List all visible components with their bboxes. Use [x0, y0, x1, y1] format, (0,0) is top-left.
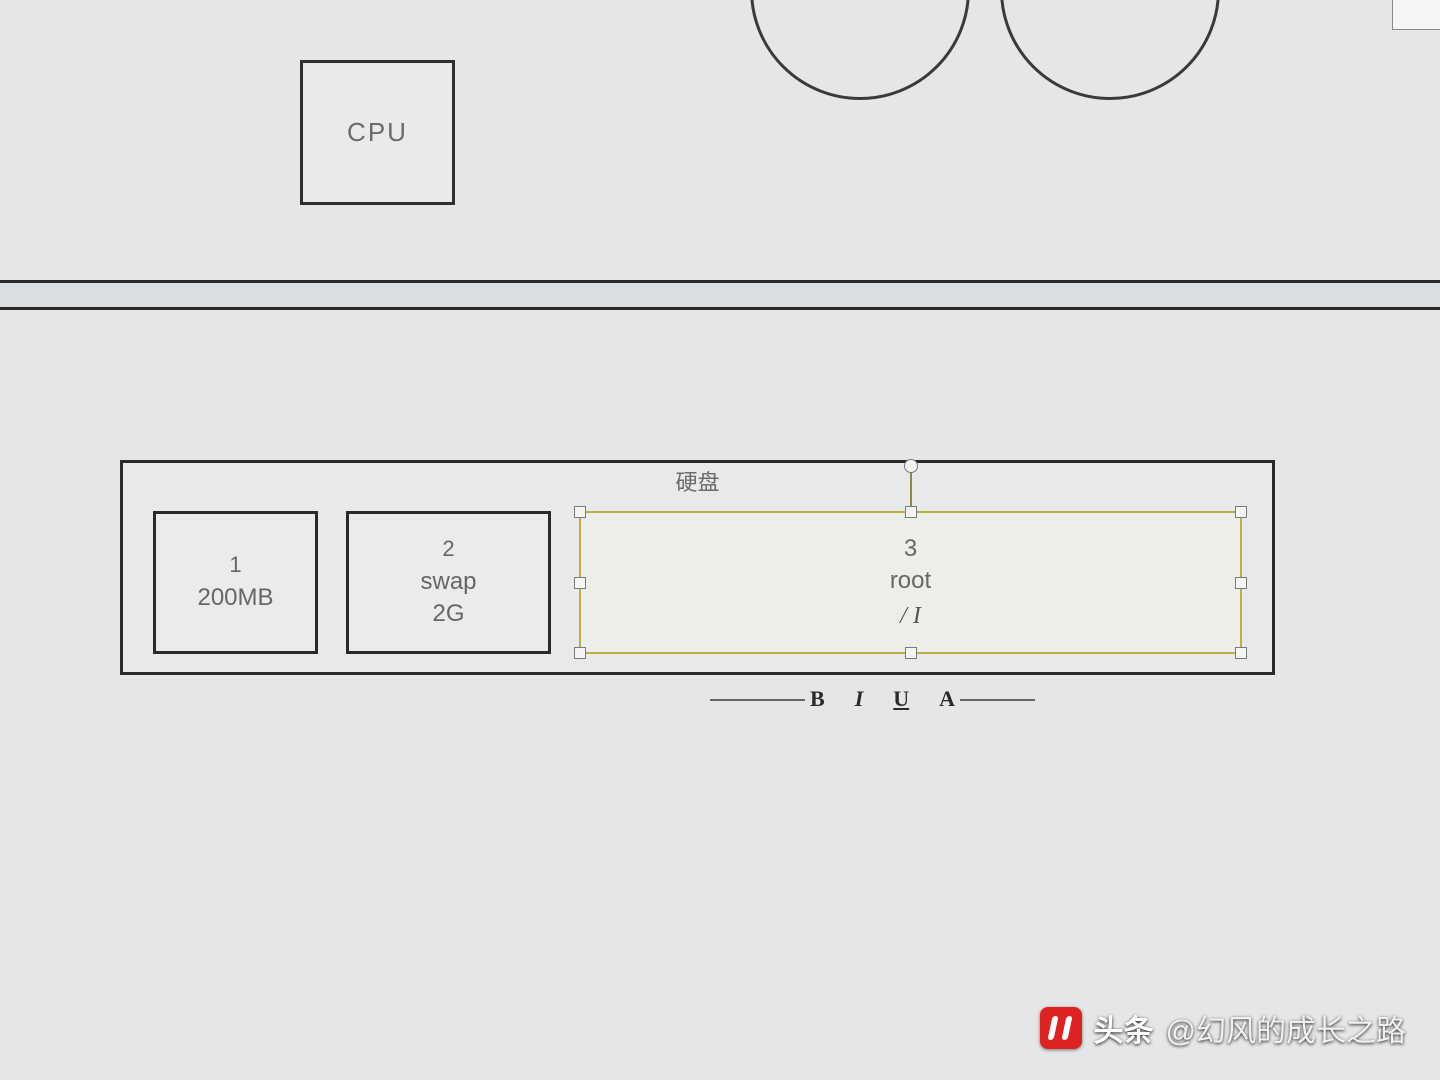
partitions-row: 1 200MB 2 swap 2G 3 root [153, 511, 1242, 654]
resize-handle[interactable] [905, 647, 917, 659]
partition-label: 200MB [197, 582, 273, 614]
watermark: 头条 @幻风的成长之路 [1040, 1006, 1406, 1050]
top-arc-shape [1000, 0, 1220, 100]
resize-handle[interactable] [1235, 506, 1247, 518]
resize-handle[interactable] [1235, 577, 1247, 589]
hard-disk-title: 硬盘 [123, 461, 1272, 497]
partition-1-shape[interactable]: 1 200MB [153, 511, 318, 654]
window-edge [1392, 0, 1440, 30]
rotation-handle-line [910, 471, 912, 507]
partition-label: root [890, 565, 931, 597]
partition-index: 3 [904, 533, 917, 565]
italic-button[interactable]: I [855, 686, 864, 712]
text-format-toolbar: B I U A [810, 686, 955, 712]
toutiao-logo-icon [1040, 1007, 1082, 1049]
partition-3-shape-selected[interactable]: 3 root / I [579, 511, 1242, 654]
bold-button[interactable]: B [810, 686, 825, 712]
cpu-label: CPU [347, 117, 408, 148]
resize-handle[interactable] [574, 506, 586, 518]
resize-handle[interactable] [905, 506, 917, 518]
underline-button[interactable]: U [893, 686, 909, 712]
partition-size: 2G [432, 598, 464, 630]
text-cursor: / I [900, 600, 921, 632]
font-color-button[interactable]: A [939, 686, 955, 712]
rotation-handle[interactable] [904, 459, 918, 473]
cpu-box-shape[interactable]: CPU [300, 60, 455, 205]
partition-label: swap [420, 566, 476, 598]
watermark-author: @幻风的成长之路 [1166, 1006, 1406, 1050]
partition-index: 1 [229, 550, 241, 580]
watermark-brand: 头条 [1094, 1006, 1154, 1050]
section-divider [0, 280, 1440, 310]
partition-2-shape[interactable]: 2 swap 2G [346, 511, 551, 654]
hard-disk-container-shape[interactable]: 硬盘 1 200MB 2 swap 2G [120, 460, 1275, 675]
top-arc-shape [750, 0, 970, 100]
resize-handle[interactable] [1235, 647, 1247, 659]
resize-handle[interactable] [574, 577, 586, 589]
resize-handle[interactable] [574, 647, 586, 659]
partition-index: 2 [442, 534, 454, 564]
drawing-canvas[interactable]: CPU 硬盘 1 200MB 2 swap 2G [0, 0, 1440, 1080]
